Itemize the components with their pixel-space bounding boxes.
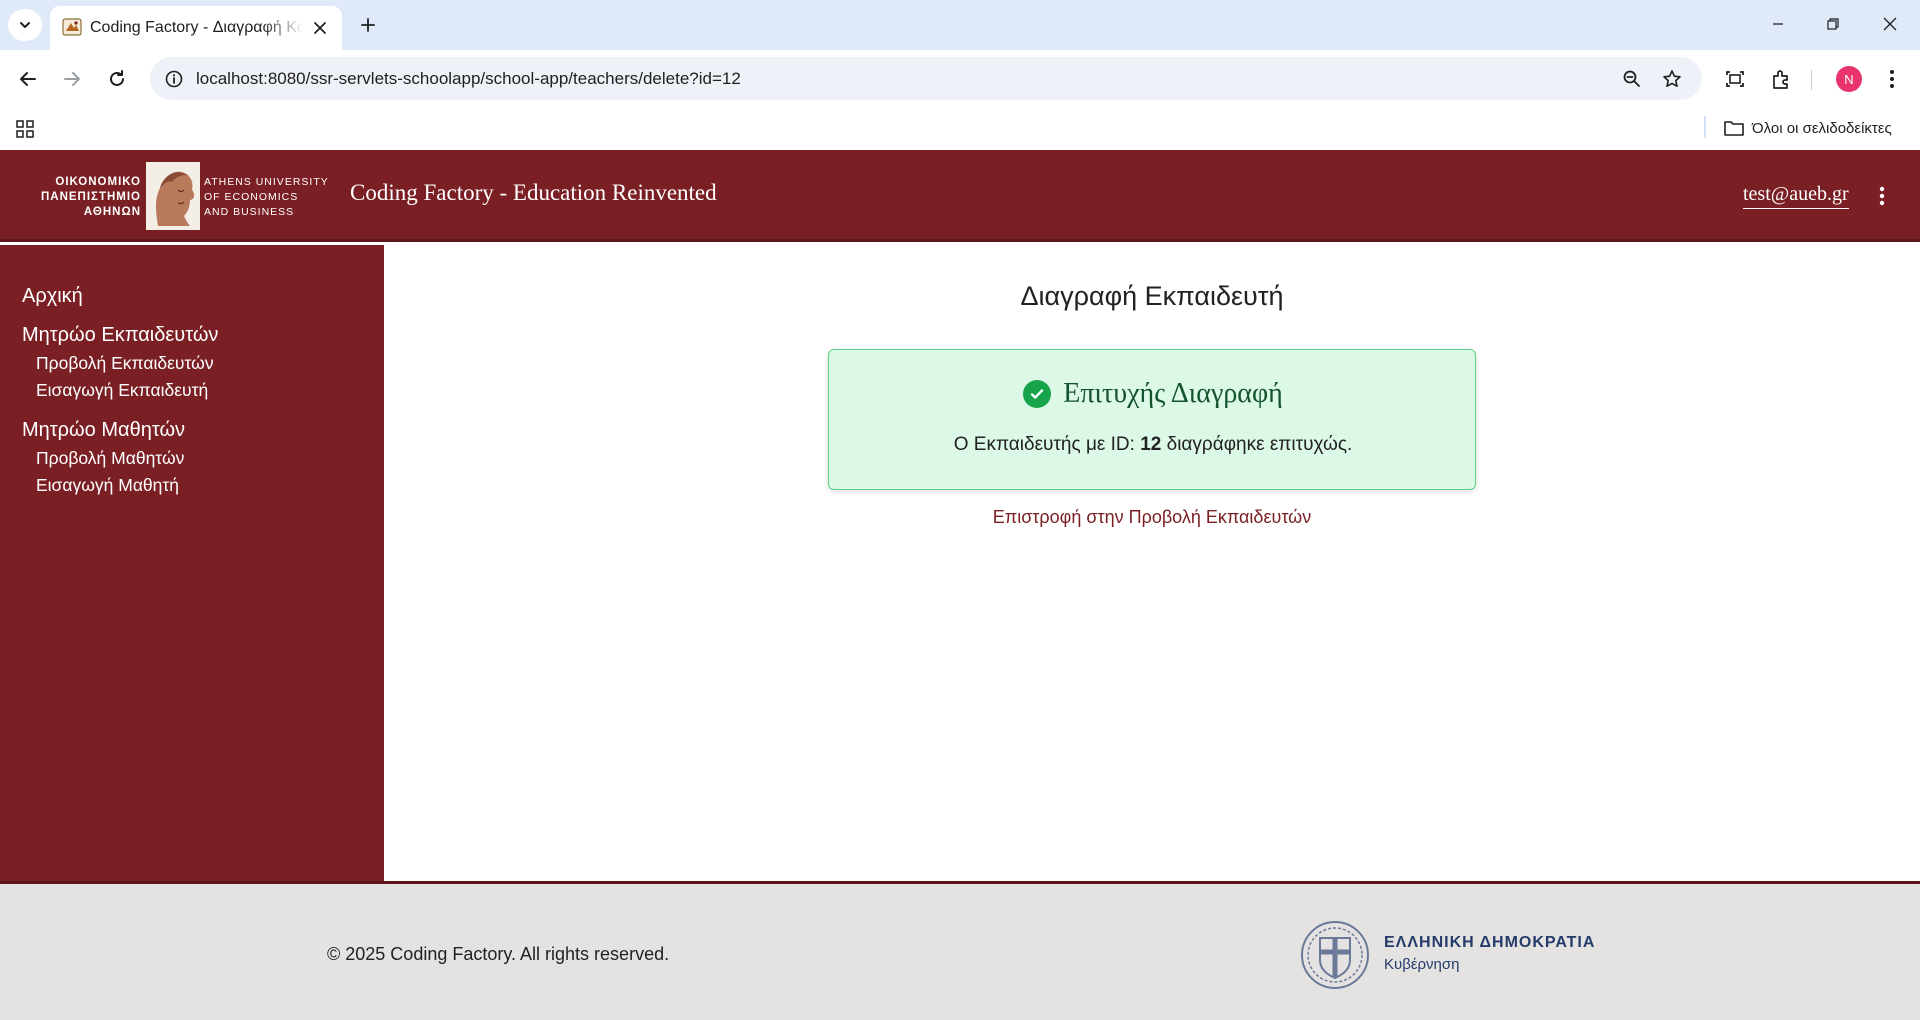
success-alert: Επιτυχής Διαγραφή Ο Εκπαιδευτής με ID: 1… xyxy=(828,349,1476,490)
window-close-button[interactable] xyxy=(1870,8,1910,40)
hermes-head-icon xyxy=(146,162,200,230)
back-arrow-icon xyxy=(20,72,36,86)
logo-english-text: ATHENS UNIVERSITY OF ECONOMICS AND BUSIN… xyxy=(204,176,329,218)
copyright-text: © 2025 Coding Factory. All rights reserv… xyxy=(327,944,670,964)
logo-greek-text: ΟΙΚΟΝΟΜΙΚΟ ΠΑΝΕΠΙΣΤΗΜΙΟ ΑΘΗΝΩΝ xyxy=(40,176,141,218)
profile-avatar[interactable]: N xyxy=(1836,66,1862,92)
toolbar-divider xyxy=(1811,70,1812,90)
sidebar-item-home[interactable]: Αρχική xyxy=(22,285,83,308)
more-vert-icon xyxy=(1890,70,1894,88)
greek-government-emblem-icon xyxy=(1301,921,1369,989)
sidebar-section-students[interactable]: Μητρώο Μαθητών xyxy=(22,419,185,442)
site-header: ΟΙΚΟΝΟΜΙΚΟ ΠΑΝΕΠΙΣΤΗΜΙΟ ΑΘΗΝΩΝ ATHENS UN… xyxy=(0,150,1920,242)
reload-icon xyxy=(110,70,124,86)
site-title: Coding Factory - Education Reinvented xyxy=(350,180,717,205)
restore-icon xyxy=(1827,18,1839,30)
reload-button[interactable] xyxy=(101,63,133,95)
sidebar-nav: Αρχική Μητρώο Εκπαιδευτών Προβολή Εκπαιδ… xyxy=(0,245,384,881)
sidebar-item-insert-student[interactable]: Εισαγωγή Μαθητή xyxy=(36,475,179,496)
bookmarks-divider xyxy=(1704,116,1706,138)
browser-toolbar: localhost:8080/ssr-servlets-schoolapp/sc… xyxy=(0,50,1920,108)
aueb-logo[interactable]: ΟΙΚΟΝΟΜΙΚΟ ΠΑΝΕΠΙΣΤΗΜΙΟ ΑΘΗΝΩΝ ATHENS UN… xyxy=(14,160,334,232)
tab-search-button[interactable] xyxy=(8,9,42,41)
alert-message: Ο Εκπαιδευτής με ID: 12 διαγράφηκε επιτυ… xyxy=(953,434,1353,455)
folder-icon xyxy=(1724,121,1744,136)
site-footer: © 2025 Coding Factory. All rights reserv… xyxy=(0,881,1920,1020)
header-menu-button[interactable] xyxy=(1870,183,1894,209)
star-icon xyxy=(1663,70,1681,87)
all-bookmarks-button[interactable]: Όλοι οι σελιδοδείκτες xyxy=(1724,114,1892,142)
tab-close-button[interactable] xyxy=(308,16,332,40)
extensions-button[interactable] xyxy=(1765,63,1797,95)
page-title: Διαγραφή Εκπαιδευτή xyxy=(1020,281,1284,311)
forward-arrow-icon xyxy=(64,72,80,86)
address-bar[interactable]: localhost:8080/ssr-servlets-schoolapp/sc… xyxy=(150,57,1702,100)
alert-title-row: Επιτυχής Διαγραφή xyxy=(829,378,1477,410)
deleted-id: 12 xyxy=(1140,434,1162,455)
browser-menu-button[interactable] xyxy=(1876,63,1908,95)
check-circle-icon xyxy=(1023,380,1052,408)
main-content: Διαγραφή Εκπαιδευτή Επιτυχής Διαγραφή Ο … xyxy=(384,245,1920,881)
cast-button[interactable] xyxy=(1719,63,1751,95)
tab-title: Coding Factory - Διαγραφή Καθηγητή xyxy=(90,19,304,36)
chevron-down-icon xyxy=(20,22,30,28)
bookmark-star-button[interactable] xyxy=(1658,65,1686,93)
browser-tabstrip: Coding Factory - Διαγραφή Καθηγητή xyxy=(0,0,1920,50)
user-email-link[interactable]: test@aueb.gr xyxy=(1743,183,1849,209)
url-text[interactable]: localhost:8080/ssr-servlets-schoolapp/sc… xyxy=(196,69,741,89)
window-minimize-button[interactable] xyxy=(1758,8,1798,40)
extensions-icon xyxy=(1773,70,1788,89)
window-restore-button[interactable] xyxy=(1813,8,1853,40)
gov-subtitle: Κυβέρνηση xyxy=(1384,956,1460,973)
sidebar-item-view-students[interactable]: Προβολή Μαθητών xyxy=(36,448,184,469)
apps-grid-icon xyxy=(16,120,34,138)
new-tab-button[interactable] xyxy=(352,9,384,41)
back-to-teachers-link[interactable]: Επιστροφή στην Προβολή Εκπαιδευτών xyxy=(384,507,1920,528)
browser-tab-active[interactable]: Coding Factory - Διαγραφή Καθηγητή xyxy=(50,6,342,50)
alert-title: Επιτυχής Διαγραφή xyxy=(1063,378,1283,409)
zoom-icon xyxy=(1623,70,1640,87)
cast-icon xyxy=(1726,71,1744,87)
sidebar-item-view-teachers[interactable]: Προβολή Εκπαιδευτών xyxy=(36,353,214,374)
close-icon xyxy=(314,22,326,34)
bookmarks-bar: Όλοι οι σελιδοδείκτες xyxy=(0,108,1920,150)
site-info-button[interactable] xyxy=(160,65,188,93)
zoom-button[interactable] xyxy=(1618,65,1646,93)
more-vert-icon xyxy=(1879,186,1885,206)
plus-icon xyxy=(361,18,375,32)
minimize-icon xyxy=(1773,23,1783,25)
sidebar-section-teachers[interactable]: Μητρώο Εκπαιδευτών xyxy=(22,324,218,347)
forward-button[interactable] xyxy=(56,63,88,95)
back-button[interactable] xyxy=(12,63,44,95)
sidebar-item-insert-teacher[interactable]: Εισαγωγή Εκπαιδευτή xyxy=(36,380,208,401)
site-info-icon xyxy=(165,70,183,88)
gov-name: ΕΛΛΗΝΙΚΗ ΔΗΜΟΚΡΑΤΙΑ xyxy=(1384,934,1596,951)
apps-button[interactable] xyxy=(12,116,38,142)
site-favicon-icon xyxy=(62,18,82,36)
close-icon xyxy=(1883,17,1897,31)
all-bookmarks-label: Όλοι οι σελιδοδείκτες xyxy=(1752,119,1892,137)
